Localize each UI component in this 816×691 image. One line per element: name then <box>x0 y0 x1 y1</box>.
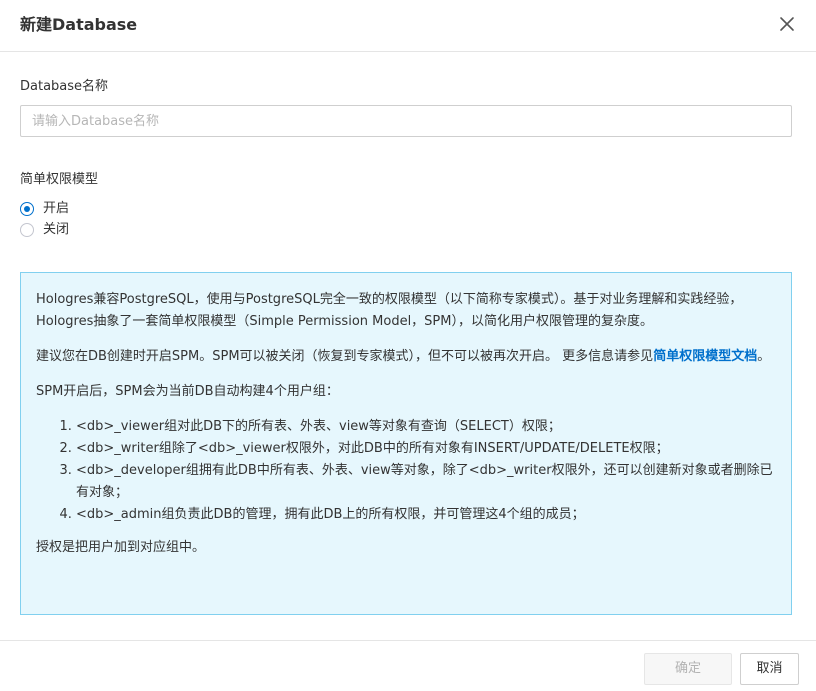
list-item: <db>_writer组除了<db>_viewer权限外，对此DB中的所有对象有… <box>76 438 776 460</box>
notice-paragraph-2-end: 。 <box>757 349 771 364</box>
radio-unchecked-icon[interactable] <box>20 223 34 237</box>
confirm-button[interactable]: 确定 <box>644 653 732 685</box>
spm-radio-disable[interactable]: 关闭 <box>20 221 69 239</box>
spm-label: 简单权限模型 <box>20 172 99 187</box>
dialog-title: 新建Database <box>20 15 138 34</box>
notice-paragraph-4: 授权是把用户加到对应组中。 <box>36 540 206 555</box>
notice-paragraph-3: SPM开启后，SPM会为当前DB自动构建4个用户组： <box>36 384 339 399</box>
radio-checked-icon[interactable] <box>20 202 34 216</box>
database-name-input[interactable] <box>20 105 792 137</box>
dialog-header: 新建Database <box>0 0 816 52</box>
spm-radio-enable-label: 开启 <box>43 201 70 216</box>
notice-paragraph-1: Hologres兼容PostgreSQL，使用与PostgreSQL完全一致的权… <box>36 292 743 329</box>
list-item: <db>_admin组负责此DB的管理，拥有此DB上的所有权限，并可管理这4个组… <box>76 504 776 526</box>
spm-radio-disable-label: 关闭 <box>43 222 70 237</box>
notice-paragraph-2-text: 建议您在DB创建时开启SPM。SPM可以被关闭（恢复到专家模式），但不可以被再次… <box>36 349 654 364</box>
list-item: <db>_developer组拥有此DB中所有表、外表、view等对象，除了<d… <box>76 460 776 504</box>
new-database-dialog: 新建Database Database名称 简单权限模型 开启 关闭 Holog… <box>0 0 816 691</box>
cancel-button[interactable]: 取消 <box>740 653 799 685</box>
spm-radio-enable[interactable]: 开启 <box>20 200 69 218</box>
user-group-list: <db>_viewer组对此DB下的所有表、外表、view等对象有查询（SELE… <box>36 416 776 526</box>
notice-paragraph-2: 建议您在DB创建时开启SPM。SPM可以被关闭（恢复到专家模式），但不可以被再次… <box>36 346 776 368</box>
spm-info-notice: Hologres兼容PostgreSQL，使用与PostgreSQL完全一致的权… <box>20 272 792 615</box>
dialog-footer: 确定 取消 <box>0 640 816 691</box>
spm-doc-link[interactable]: 简单权限模型文档 <box>653 349 757 364</box>
list-item: <db>_viewer组对此DB下的所有表、外表、view等对象有查询（SELE… <box>76 416 776 438</box>
close-icon[interactable] <box>776 13 798 35</box>
database-name-label: Database名称 <box>20 79 109 94</box>
